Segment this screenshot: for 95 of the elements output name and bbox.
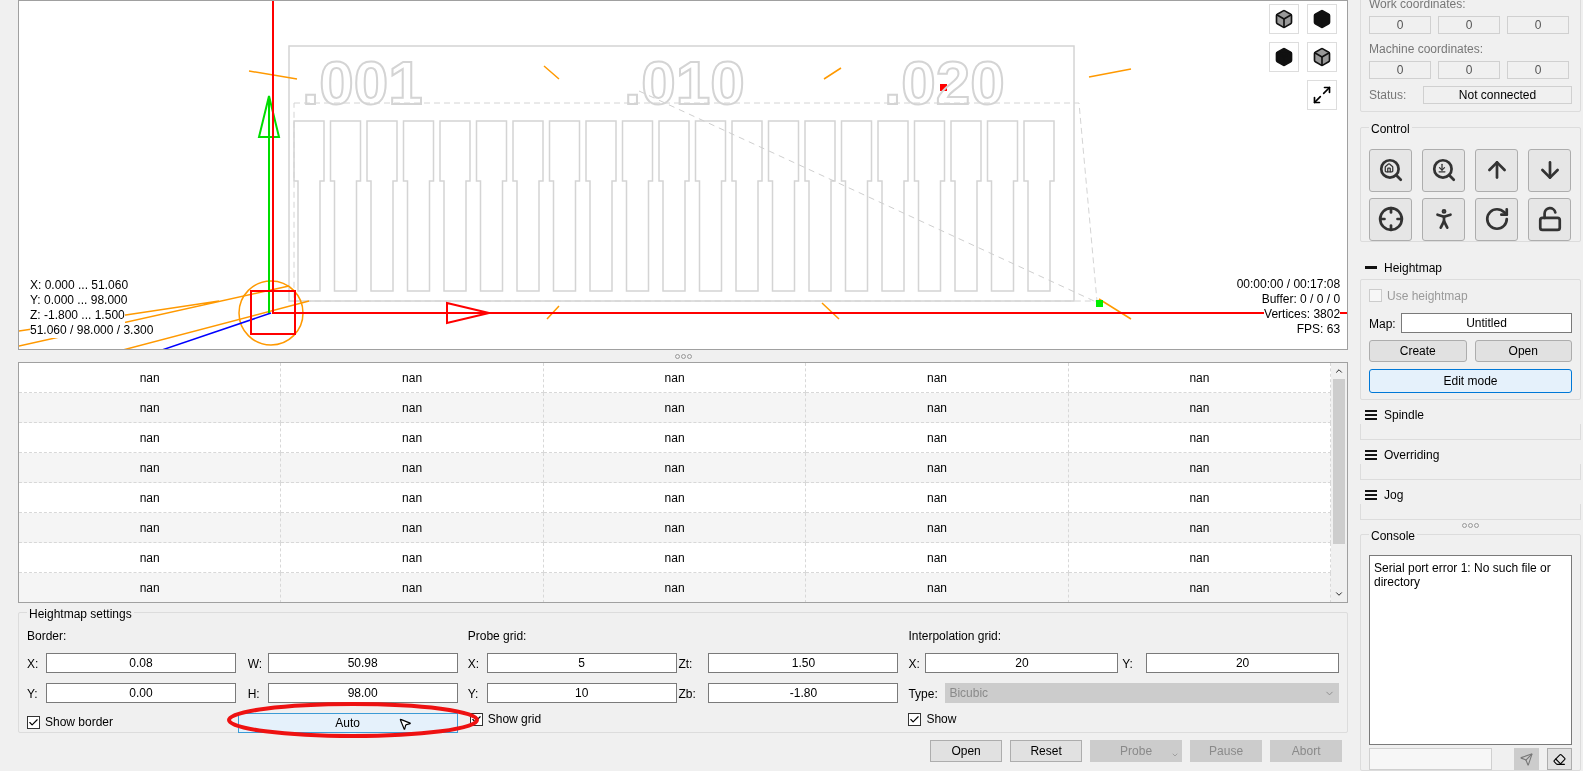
control-button[interactable]	[1422, 197, 1465, 241]
cube-icon	[1274, 47, 1295, 67]
input-field[interactable]: 10	[486, 683, 677, 703]
checkbox-label: Show	[926, 711, 957, 728]
section-title[interactable]: Spindle	[1384, 405, 1425, 424]
checkbox[interactable]	[27, 715, 40, 729]
field-label: Zb:	[678, 687, 696, 701]
field-label: Zt:	[678, 657, 693, 671]
fullscreen-button[interactable]	[1307, 80, 1338, 110]
control-button[interactable]	[1369, 197, 1412, 241]
splitter-handle-icon[interactable]	[674, 353, 692, 359]
input-field[interactable]: 20	[925, 653, 1119, 673]
splitter-handle-icon[interactable]	[1462, 522, 1479, 528]
clear-button[interactable]	[1546, 748, 1572, 770]
scroll-down-icon	[1334, 589, 1345, 599]
section-title[interactable]: Jog	[1384, 485, 1404, 504]
cube-icon	[1312, 9, 1333, 29]
input-field[interactable]: 1.50	[708, 653, 899, 673]
menu-icon[interactable]	[1365, 409, 1377, 420]
console-text: Serial port error 1: No such file or directory	[1374, 561, 1552, 589]
menu-icon[interactable]	[1365, 449, 1377, 460]
status-value: Not connected	[1423, 86, 1572, 104]
control-button[interactable]	[1475, 148, 1518, 192]
bounds-text: 51.060 / 98.000 / 3.300	[30, 323, 154, 338]
action-button[interactable]: Reset	[1010, 740, 1083, 762]
input-field[interactable]: 50.98	[267, 653, 458, 673]
field-label: Probe grid:	[467, 628, 528, 645]
command-input[interactable]	[1369, 748, 1492, 770]
control-button[interactable]	[1422, 148, 1465, 192]
control-button[interactable]	[1369, 148, 1412, 192]
table-cell: nan	[19, 573, 282, 602]
field-label: X:	[467, 657, 480, 671]
input-field[interactable]: Untitled	[1401, 312, 1572, 333]
coordinate-value: 0	[1438, 61, 1500, 79]
table-cell: nan	[281, 573, 544, 602]
heightmap-button[interactable]: Open	[1474, 339, 1572, 362]
input-field[interactable]: 5	[486, 653, 677, 673]
field-label: X:	[27, 657, 39, 671]
send-button[interactable]	[1514, 748, 1539, 770]
coordinate-value: 0	[1369, 61, 1431, 79]
view-cube-button[interactable]	[1307, 42, 1338, 72]
field-label: Border:	[27, 628, 68, 645]
field-label: W:	[247, 657, 263, 671]
console-output[interactable]: Serial port error 1: No such file or directory	[1369, 555, 1572, 745]
control-button[interactable]	[1475, 197, 1518, 241]
edit-mode-button[interactable]: Edit mode	[1369, 368, 1572, 393]
heightmap-button[interactable]: Create	[1369, 339, 1467, 362]
input-field[interactable]: 20	[1146, 653, 1340, 673]
table-cell: nan	[543, 573, 807, 602]
checkbox-label: Show grid	[487, 711, 542, 728]
send-icon	[1519, 752, 1533, 766]
table-cell: nan	[806, 573, 1069, 602]
section-title[interactable]: Overriding	[1384, 445, 1440, 464]
coordinate-value: 0	[1438, 16, 1500, 34]
view-cube-button[interactable]	[1269, 42, 1300, 72]
checkbox-label: Show border	[45, 714, 114, 731]
fullscreen-icon	[1312, 85, 1333, 105]
scroll-up-icon	[1334, 366, 1345, 376]
field-label: Interpolation grid:	[908, 628, 1003, 645]
input-field[interactable]: 0.08	[46, 653, 236, 673]
input-field[interactable]: 98.00	[267, 683, 458, 703]
cursor-icon	[397, 717, 412, 731]
work-coordinates-label: Work coordinates:	[1369, 0, 1467, 11]
control-button[interactable]	[1528, 148, 1571, 192]
machine-coordinates-label: Machine coordinates:	[1369, 41, 1485, 58]
field-label: X:	[908, 657, 920, 671]
input-field[interactable]: 0.00	[46, 683, 236, 703]
view-cube-button[interactable]	[1307, 4, 1338, 34]
field-label: Y:	[467, 687, 479, 701]
checkbox-label: Use heightmap	[1387, 287, 1468, 305]
cube-icon	[1274, 9, 1295, 29]
coordinate-value: 0	[1507, 16, 1569, 34]
control-button[interactable]	[1528, 197, 1571, 241]
eraser-icon	[1552, 752, 1566, 766]
coordinate-value: 0	[1507, 61, 1569, 79]
section-title[interactable]: Heightmap	[1384, 258, 1443, 277]
input-field[interactable]: -1.80	[708, 683, 899, 703]
menu-icon[interactable]	[1365, 489, 1377, 500]
cube-icon	[1312, 47, 1333, 67]
checkbox[interactable]	[908, 712, 922, 726]
coordinate-value: 0	[1369, 16, 1431, 34]
scrollbar[interactable]	[1331, 363, 1348, 602]
view-cube-button[interactable]	[1269, 4, 1300, 34]
field-label: H:	[247, 687, 260, 701]
crosshair-icon	[1376, 205, 1405, 234]
field-label: Map:	[1369, 316, 1396, 331]
auto-button[interactable]: Auto	[237, 713, 458, 733]
status-label: Status:	[1369, 87, 1408, 104]
action-button[interactable]: Open	[930, 740, 1003, 762]
collapse-icon[interactable]	[1365, 266, 1377, 270]
field-label: Y:	[1122, 657, 1133, 671]
field-label: Type:	[908, 687, 938, 701]
bounds-text: Z: -1.800 ... 1.500	[30, 308, 125, 323]
marker-icon	[1096, 300, 1103, 307]
field-label: Y:	[27, 687, 38, 701]
